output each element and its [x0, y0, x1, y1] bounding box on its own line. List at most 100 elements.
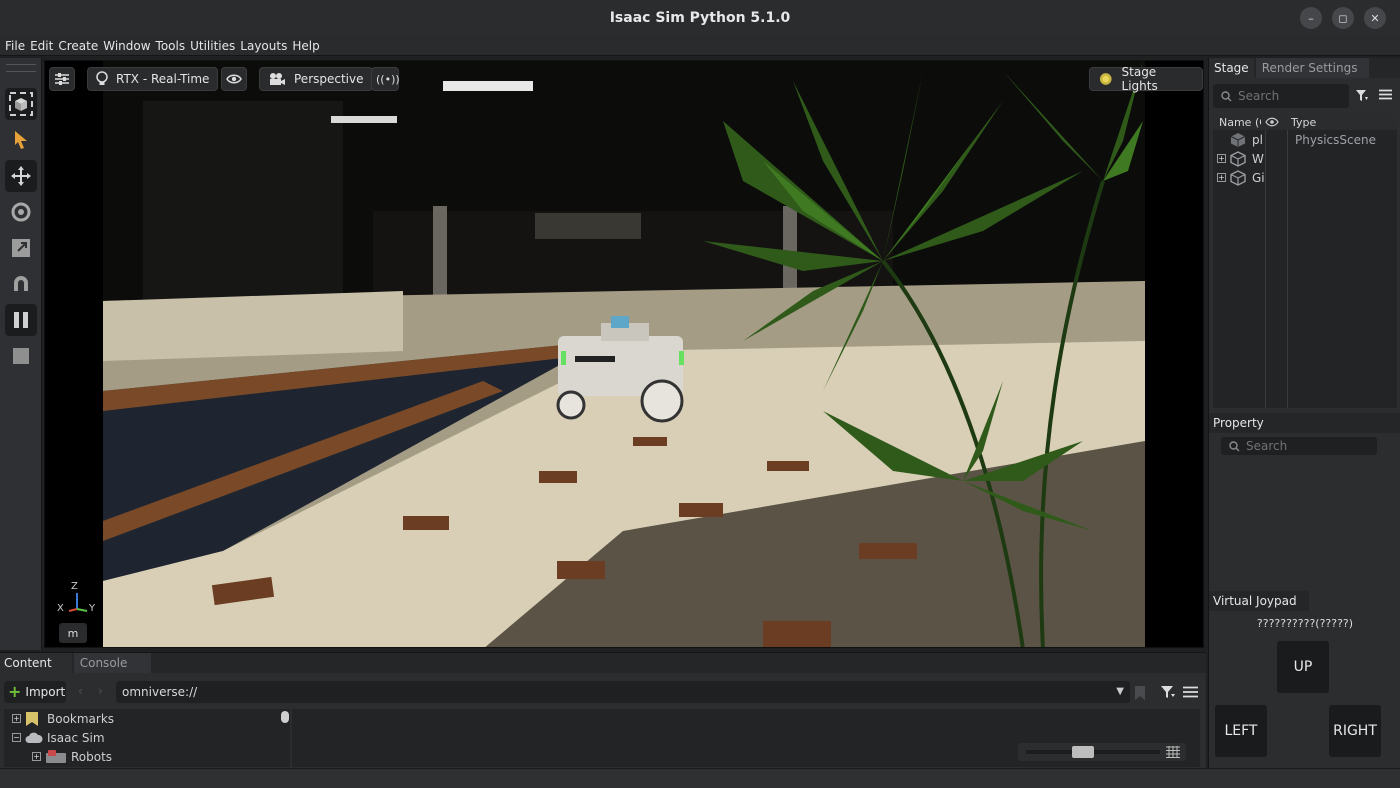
content-grid-area[interactable]: [292, 709, 1200, 767]
filter-icon[interactable]: [1355, 89, 1369, 102]
broadcast-button[interactable]: ((•)): [371, 67, 400, 91]
rotate-tool-button[interactable]: [5, 196, 37, 228]
stage-row-physicsscene[interactable]: pl PhysicsScene: [1213, 130, 1397, 149]
camera-label: Perspective: [294, 72, 364, 86]
plus-icon: +: [8, 682, 22, 701]
filter-icon[interactable]: [1160, 685, 1176, 699]
magnet-icon: [14, 276, 28, 291]
search-icon: [1221, 90, 1232, 101]
tab-content[interactable]: Content: [0, 653, 72, 673]
minimize-button[interactable]: –: [1300, 7, 1322, 29]
joypad-panel: ??????????(?????) UP LEFT RIGHT: [1209, 611, 1400, 768]
viewport[interactable]: RTX - Real-Time Perspective ((•)) Stage …: [44, 60, 1204, 648]
xform-cube-icon: [1230, 169, 1246, 186]
hamburger-menu-icon[interactable]: [1183, 686, 1198, 698]
stage-row-world[interactable]: + W: [1213, 149, 1397, 168]
stop-button[interactable]: [5, 340, 37, 372]
column-divider[interactable]: [1265, 130, 1266, 408]
joypad-left-button[interactable]: LEFT: [1215, 705, 1267, 757]
camera-button[interactable]: Perspective: [259, 67, 373, 91]
expand-plus-icon[interactable]: +: [1217, 173, 1226, 182]
lightbulb-icon: [96, 71, 108, 85]
hamburger-menu-icon[interactable]: [1379, 89, 1392, 100]
tree-item-label: Isaac Sim: [47, 730, 105, 745]
expand-plus-icon[interactable]: +: [1217, 154, 1226, 163]
back-arrow-icon[interactable]: ‹: [78, 684, 83, 698]
axis-gizmo: Z X Y: [55, 581, 115, 621]
menu-edit[interactable]: Edit: [30, 39, 53, 53]
select-mode-button[interactable]: [5, 88, 37, 120]
expand-plus-icon[interactable]: +: [32, 752, 41, 761]
menu-utilities[interactable]: Utilities: [190, 39, 235, 53]
close-button[interactable]: ✕: [1364, 7, 1386, 29]
column-divider[interactable]: [1287, 130, 1288, 408]
scale-tool-button[interactable]: [5, 232, 37, 264]
tab-render-settings[interactable]: Render Settings: [1255, 58, 1370, 78]
visibility-button[interactable]: [221, 67, 247, 91]
import-button[interactable]: + Import: [4, 681, 66, 703]
right-panel: Stage Render Settings Search Name (O Typ…: [1208, 58, 1400, 768]
collapse-minus-icon[interactable]: −: [12, 733, 21, 742]
stage-row-name: W: [1252, 151, 1264, 166]
joypad-panel-title[interactable]: Virtual Joypad: [1209, 591, 1309, 611]
select-mode-icon: [9, 92, 33, 116]
tree-item-bookmarks[interactable]: + Bookmarks: [4, 709, 290, 728]
menu-tools[interactable]: Tools: [156, 39, 186, 53]
status-bar: [0, 768, 1400, 788]
tab-console[interactable]: Console: [73, 653, 152, 673]
camera-icon: [270, 73, 285, 85]
menu-window[interactable]: Window: [103, 39, 150, 53]
thumbnail-size-slider[interactable]: [1018, 743, 1186, 761]
tab-stage[interactable]: Stage: [1209, 58, 1254, 78]
joypad-up-button[interactable]: UP: [1277, 641, 1329, 693]
tree-item-label: Robots: [71, 749, 113, 764]
snap-tool-button[interactable]: [5, 268, 37, 300]
sliders-icon: [55, 73, 69, 85]
stage-tree-header: Name (O Type: [1213, 114, 1397, 130]
menu-create[interactable]: Create: [58, 39, 98, 53]
property-search-input[interactable]: Search: [1221, 437, 1377, 455]
maximize-button[interactable]: ◻: [1332, 7, 1354, 29]
column-name[interactable]: Name (O: [1213, 116, 1261, 129]
stop-icon: [13, 348, 29, 364]
stage-lights-button[interactable]: Stage Lights: [1089, 65, 1203, 93]
toolbar-grip[interactable]: [6, 64, 36, 72]
stage-tree[interactable]: Name (O Type pl PhysicsScene + W + Gi: [1213, 114, 1397, 408]
expand-plus-icon[interactable]: +: [12, 714, 21, 723]
viewport-settings-button[interactable]: [49, 67, 75, 91]
pause-button[interactable]: [5, 304, 37, 336]
forward-arrow-icon[interactable]: ›: [98, 684, 103, 698]
stage-row-name: Gi: [1252, 170, 1265, 185]
move-tool-button[interactable]: [5, 160, 37, 192]
renderer-button[interactable]: RTX - Real-Time: [87, 67, 219, 91]
tree-item-isaac-sim[interactable]: − Isaac Sim: [4, 728, 290, 747]
left-toolbar: [0, 58, 42, 650]
cursor-arrow-icon: [15, 131, 27, 149]
viewport-scene-render[interactable]: [103, 61, 1145, 647]
grid-view-icon[interactable]: [1166, 746, 1180, 758]
import-label: Import: [25, 685, 66, 699]
bookmark-icon[interactable]: [1134, 685, 1146, 701]
menu-layouts[interactable]: Layouts: [240, 39, 287, 53]
property-panel-title[interactable]: Property: [1209, 413, 1400, 433]
content-tree[interactable]: + Bookmarks − Isaac Sim + Robots: [4, 709, 290, 767]
slider-thumb[interactable]: [1072, 746, 1094, 758]
renderer-label: RTX - Real-Time: [116, 72, 210, 86]
path-dropdown-icon[interactable]: ▼: [1116, 686, 1124, 697]
stage-row-name: pl: [1252, 132, 1263, 147]
tree-item-robots[interactable]: + Robots: [4, 747, 290, 766]
property-search-placeholder: Search: [1246, 439, 1288, 453]
menu-help[interactable]: Help: [292, 39, 319, 53]
stage-search-input[interactable]: Search: [1213, 84, 1349, 108]
stage-row-ground[interactable]: + Gi: [1213, 168, 1397, 187]
sun-icon: [1099, 73, 1112, 85]
units-button[interactable]: m: [59, 623, 87, 643]
pointer-tool-button[interactable]: [5, 124, 37, 156]
visibility-column-eye-icon[interactable]: [1265, 117, 1279, 127]
tree-scrollbar-thumb[interactable]: [281, 711, 289, 723]
menu-file[interactable]: File: [5, 39, 25, 53]
joypad-right-button[interactable]: RIGHT: [1329, 705, 1381, 757]
title-bar: Isaac Sim Python 5.1.0 – ◻ ✕: [0, 0, 1400, 36]
column-type[interactable]: Type: [1291, 116, 1316, 129]
path-input[interactable]: omniverse:// ▼: [116, 681, 1130, 703]
